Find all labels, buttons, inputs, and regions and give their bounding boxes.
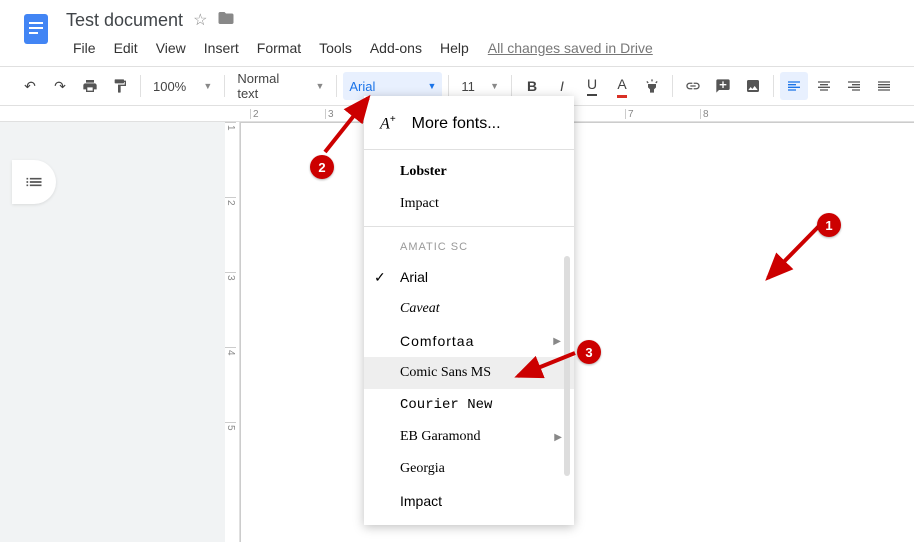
star-icon[interactable]: ☆ — [193, 10, 207, 30]
underline-button[interactable]: U — [578, 72, 606, 100]
app-header: Test document ☆ File Edit View Insert Fo… — [0, 0, 914, 60]
font-item-eb-garamond[interactable]: EB Garamond▶ — [364, 421, 574, 453]
insert-comment-button[interactable] — [709, 72, 737, 100]
ruler-tick: 2 — [250, 109, 325, 119]
size-value: 11 — [461, 79, 475, 94]
zoom-value: 100% — [153, 79, 186, 94]
redo-button[interactable]: ↷ — [46, 72, 74, 100]
text-color-button[interactable]: A — [608, 72, 636, 100]
menu-help[interactable]: Help — [433, 36, 476, 60]
font-value: Arial — [349, 79, 375, 94]
font-item-amatic-sc[interactable]: AMATIC SC — [364, 233, 574, 261]
save-status[interactable]: All changes saved in Drive — [480, 36, 661, 60]
font-dropdown-menu: A+ More fonts... Lobster Impact AMATIC S… — [364, 96, 574, 525]
menu-edit[interactable]: Edit — [107, 36, 145, 60]
highlight-button[interactable] — [638, 72, 666, 100]
font-recent-lobster[interactable]: Lobster — [364, 156, 574, 188]
insert-link-button[interactable] — [679, 72, 707, 100]
document-page[interactable] — [240, 122, 914, 542]
align-left-button[interactable] — [780, 72, 808, 100]
menu-view[interactable]: View — [149, 36, 193, 60]
insert-image-button[interactable] — [739, 72, 767, 100]
annotation-badge-1: 1 — [817, 213, 841, 237]
print-button[interactable] — [76, 72, 104, 100]
caret-icon: ▼ — [490, 81, 499, 91]
menu-tools[interactable]: Tools — [312, 36, 359, 60]
ruler-tick: 7 — [625, 109, 700, 119]
caret-icon: ▼ — [203, 81, 212, 91]
align-center-button[interactable] — [810, 72, 838, 100]
add-font-icon: A+ — [380, 114, 396, 133]
menu-format[interactable]: Format — [250, 36, 308, 60]
more-fonts-item[interactable]: A+ More fonts... — [364, 104, 574, 143]
menu-insert[interactable]: Insert — [197, 36, 246, 60]
align-justify-button[interactable] — [870, 72, 898, 100]
check-icon: ✓ — [374, 269, 386, 286]
scrollbar[interactable] — [564, 256, 570, 476]
submenu-arrow-icon: ▶ — [553, 336, 562, 347]
font-recent-impact[interactable]: Impact — [364, 188, 574, 220]
undo-button[interactable]: ↶ — [16, 72, 44, 100]
divider — [364, 149, 574, 150]
font-item-arial[interactable]: Arial✓ — [364, 261, 574, 293]
more-fonts-label: More fonts... — [412, 115, 501, 133]
paint-format-button[interactable] — [106, 72, 134, 100]
divider — [364, 226, 574, 227]
styles-dropdown[interactable]: Normal text ▼ — [231, 72, 330, 100]
document-outline-button[interactable] — [12, 160, 56, 204]
menu-file[interactable]: File — [66, 36, 103, 60]
move-folder-icon[interactable] — [217, 9, 235, 32]
caret-icon: ▼ — [315, 81, 324, 91]
align-right-button[interactable] — [840, 72, 868, 100]
font-item-comfortaa[interactable]: Comfortaa▶ — [364, 325, 574, 357]
font-item-georgia[interactable]: Georgia — [364, 453, 574, 485]
zoom-dropdown[interactable]: 100% ▼ — [147, 72, 218, 100]
menu-addons[interactable]: Add-ons — [363, 36, 429, 60]
vertical-ruler[interactable]: 12345 — [225, 122, 240, 542]
document-title[interactable]: Test document — [66, 10, 183, 31]
annotation-badge-3: 3 — [577, 340, 601, 364]
caret-icon: ▼ — [428, 81, 437, 91]
docs-logo[interactable] — [16, 8, 56, 48]
annotation-badge-2: 2 — [310, 155, 334, 179]
font-item-courier-new[interactable]: Courier New — [364, 389, 574, 421]
font-item-caveat[interactable]: Caveat — [364, 293, 574, 325]
submenu-arrow-icon: ▶ — [554, 432, 562, 443]
font-item-comic-sans-ms[interactable]: Comic Sans MS — [364, 357, 574, 389]
font-item-impact[interactable]: Impact — [364, 485, 574, 517]
ruler-tick: 8 — [700, 109, 775, 119]
style-value: Normal text — [237, 71, 301, 101]
menu-bar: File Edit View Insert Format Tools Add-o… — [66, 36, 898, 60]
